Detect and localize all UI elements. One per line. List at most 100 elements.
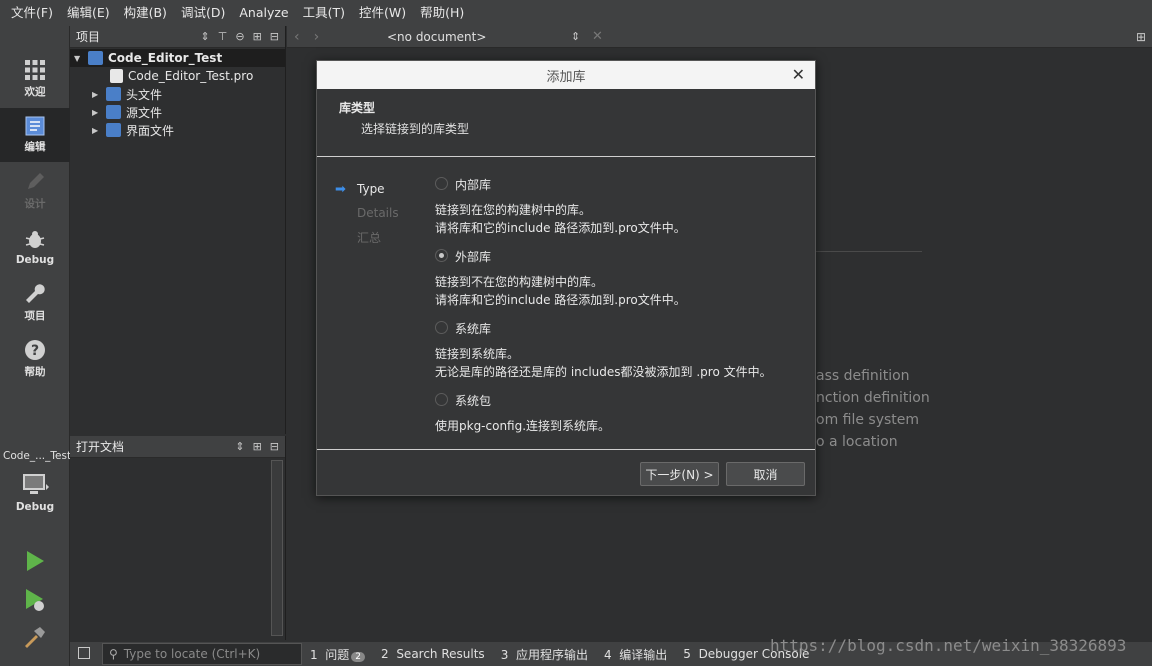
welcome-link[interactable]: om file system [816,412,919,428]
close-panel-icon[interactable]: ⊟ [270,440,279,453]
option-description: 链接到系统库。 无论是库的路径还是库的 includes都没被添加到 .pro … [435,345,772,381]
output-tab-search[interactable]: 2 Search Results [373,647,493,661]
close-panel-icon[interactable]: ⊟ [270,30,279,43]
option-description: 使用pkg-config.连接到系统库。 [435,417,610,435]
document-icon [25,116,45,136]
kit-selector[interactable]: Debug [0,468,70,524]
mode-label: 设计 [24,198,46,210]
tree-item-pro-file[interactable]: Code_Editor_Test.pro [110,67,253,85]
mode-debug[interactable]: Debug [0,220,70,274]
build-button[interactable] [22,624,48,650]
filter-icon[interactable]: ⊤ [218,30,228,43]
bug-icon [25,230,45,248]
tree-item-headers[interactable]: ▶ 头文件 [92,85,162,103]
project-panel-title[interactable]: 项目 [76,28,201,45]
wizard-steps: ➡ Type Details 汇总 [335,177,399,249]
run-button[interactable] [22,548,48,574]
mode-design[interactable]: 设计 [0,164,70,218]
tab-label: 编译输出 [619,647,668,662]
output-tab-app-output[interactable]: 3 应用程序输出 [493,646,596,663]
menu-tools[interactable]: 工具(T) [296,0,352,26]
radio-button-checked[interactable] [435,249,448,262]
document-selector[interactable]: <no document> [387,30,486,44]
split-icon[interactable]: ⊞ [253,30,262,43]
mode-projects[interactable]: 项目 [0,276,70,330]
mode-label: Debug [15,253,55,266]
kit-config: Debug [15,501,55,513]
collapsed-arrow-icon: ▶ [92,107,99,117]
mode-welcome[interactable]: 欢迎 [0,52,70,106]
forms-folder-icon [106,123,121,137]
option-label: 内部库 [455,178,492,192]
description-line: 链接到系统库。 [435,347,520,361]
mode-help[interactable]: ? 帮助 [0,332,70,386]
option-description: 链接到在您的构建树中的库。 请将库和它的include 路径添加到.pro文件中… [435,201,686,237]
dialog-titlebar: 添加库 ✕ [317,61,815,89]
radio-button[interactable] [435,321,448,334]
menu-widgets[interactable]: 控件(W) [352,0,413,26]
sort-icon[interactable]: ⇕ [235,440,244,453]
dialog-footer-divider [317,449,815,450]
menu-file[interactable]: 文件(F) [4,0,60,26]
welcome-link[interactable]: nction definition [816,390,930,406]
description-line: 链接到在您的构建树中的库。 [435,203,592,217]
tree-item-forms[interactable]: ▶ 界面文件 [92,121,174,139]
menu-analyze[interactable]: Analyze [232,0,295,26]
monitor-icon [23,474,49,494]
dropdown-arrow-icon[interactable]: ⇕ [571,30,580,43]
mode-edit[interactable]: 编辑 [0,108,70,162]
mode-label: 帮助 [24,366,46,378]
tree-item-label: 源文件 [126,105,163,120]
locator-input[interactable]: ⚲ Type to locate (Ctrl+K) [102,643,302,665]
radio-button[interactable] [435,393,448,406]
project-folder-icon [88,51,103,65]
next-button[interactable]: 下一步(N) > [640,462,719,486]
wizard-step-summary: 汇总 [335,225,399,249]
current-step-arrow-icon: ➡ [335,181,346,197]
menu-debug[interactable]: 调试(D) [174,0,232,26]
split-editor-icon[interactable]: ⊞ [1136,30,1146,44]
menu-build[interactable]: 构建(B) [117,0,174,26]
split-icon[interactable]: ⊞ [253,440,262,453]
menu-edit[interactable]: 编辑(E) [60,0,117,26]
toggle-sidebar-icon[interactable] [78,647,90,659]
radio-button[interactable] [435,177,448,190]
debug-run-button[interactable] [22,587,48,613]
expanded-arrow-icon: ▼ [74,53,81,63]
tree-item-label: 头文件 [126,87,163,102]
open-documents-title[interactable]: 打开文档 [76,438,235,455]
menu-bar: 文件(F) 编辑(E) 构建(B) 调试(D) Analyze 工具(T) 控件… [0,0,1152,26]
vertical-scrollbar[interactable] [271,460,283,636]
option-label: 系统库 [455,322,492,336]
wizard-step-details: Details [335,201,399,225]
welcome-link[interactable]: ass definition [816,368,910,384]
close-icon[interactable]: ✕ [792,65,805,84]
help-icon: ? [25,340,45,360]
step-label: 汇总 [357,230,382,245]
output-tab-issues[interactable]: 1 问题 2 [302,646,373,663]
open-documents-panel: 打开文档 ⇕ ⊞ ⊟ [70,436,286,640]
play-icon [27,551,44,571]
mode-label: 项目 [24,310,46,322]
tree-item-label: Code_Editor_Test [108,51,223,65]
forward-icon[interactable]: › [307,29,327,45]
back-icon[interactable]: ‹ [287,29,307,45]
menu-help[interactable]: 帮助(H) [413,0,471,26]
tab-label: Search Results [396,647,485,661]
close-document-icon[interactable]: ✕ [592,29,603,44]
welcome-link[interactable]: o a location [816,434,898,450]
editor-toolbar: ‹ › <no document> ⇕ ✕ ⊞ [287,26,1152,48]
description-line: 请将库和它的include 路径添加到.pro文件中。 [435,221,686,235]
dialog-heading: 库类型 [339,101,376,115]
tree-item-project[interactable]: ▼ Code_Editor_Test [70,49,285,67]
open-documents-header: 打开文档 ⇕ ⊞ ⊟ [70,436,285,458]
output-tab-compile[interactable]: 4 编译输出 [596,646,675,663]
tree-item-sources[interactable]: ▶ 源文件 [92,103,162,121]
cancel-button[interactable]: 取消 [726,462,805,486]
description-line: 使用pkg-config.连接到系统库。 [435,419,611,433]
project-panel: 项目 ⇕ ⊤ ⊖ ⊞ ⊟ ▼ Code_Editor_Test Code_Edi… [70,26,286,434]
debug-play-icon [26,589,44,611]
sort-icon[interactable]: ⇕ [201,30,210,43]
link-icon[interactable]: ⊖ [235,30,244,43]
project-panel-header: 项目 ⇕ ⊤ ⊖ ⊞ ⊟ [70,26,285,48]
